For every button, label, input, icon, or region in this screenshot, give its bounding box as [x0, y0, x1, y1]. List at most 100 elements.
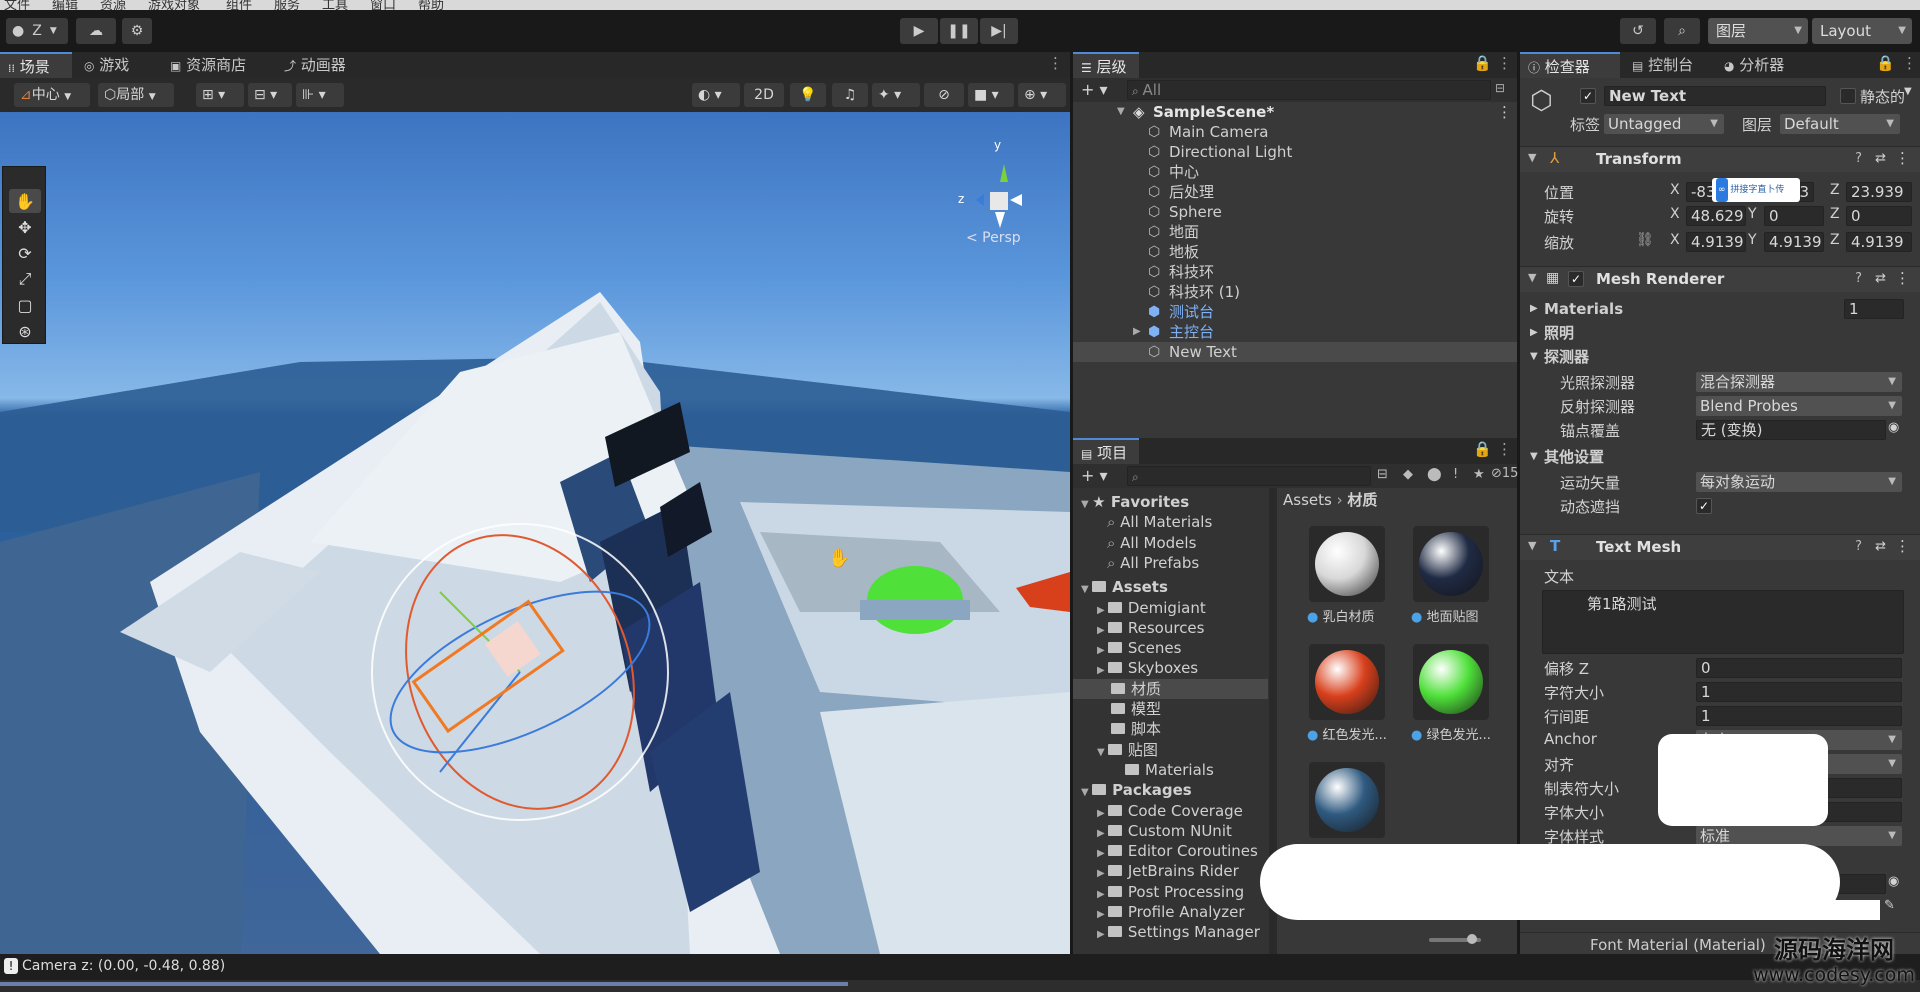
create-button[interactable]: + ▾ [1081, 466, 1108, 485]
rotation-x-field[interactable]: 48.629 [1686, 206, 1746, 226]
kebab-menu-icon[interactable]: ⋮ [1497, 54, 1512, 72]
assets-folder[interactable]: ▼ Assets [1073, 577, 1268, 597]
mesh-renderer-header[interactable]: ▼ ▦ ✓ Mesh Renderer ? ⇄ ⋮ [1520, 266, 1920, 292]
status-message[interactable]: Camera z: (0.00, -0.48, 0.88) [22, 958, 225, 974]
motion-vectors-dropdown[interactable]: 每对象运动 ▼ [1696, 472, 1902, 492]
project-tree-item[interactable]: ▶ Settings Manager [1073, 922, 1268, 942]
rotation-y-field[interactable]: 0 [1764, 206, 1824, 226]
expand-arrow-icon[interactable]: ▶ [1097, 808, 1108, 819]
expand-arrow-icon[interactable]: ▶ [1097, 828, 1108, 839]
static-checkbox[interactable] [1840, 88, 1856, 104]
preset-icon[interactable]: ⇄ [1875, 151, 1886, 166]
ruler-button[interactable]: ⊪ ▾ [296, 83, 344, 107]
kebab-menu-icon[interactable]: ⋮ [1497, 102, 1512, 122]
scale-x-field[interactable]: 4.9139 [1686, 232, 1746, 252]
rotation-z-field[interactable]: 0 [1846, 206, 1912, 226]
expand-arrow-icon[interactable]: ▼ [1081, 499, 1092, 510]
tab-inspector[interactable]: ⓘ 检查器 [1520, 52, 1620, 78]
eyedropper-icon[interactable]: ✎ [1884, 898, 1895, 913]
hierarchy-item[interactable]: ⬡ Sphere [1073, 202, 1517, 222]
tab-asset-store[interactable]: ▣ 资源商店 [162, 52, 254, 78]
menu-edit[interactable]: 编辑 [52, 0, 78, 10]
tab-console[interactable]: ▤ 控制台 [1624, 52, 1701, 78]
expand-arrow-icon[interactable]: ▼ [1081, 584, 1092, 595]
project-tree-item[interactable]: ⌕ All Prefabs [1073, 553, 1268, 573]
hierarchy-item[interactable]: ⬢ 测试台 [1073, 302, 1517, 322]
camera-button[interactable]: ■ ▾ [968, 83, 1014, 107]
hand-tool[interactable]: ✋ [9, 189, 41, 213]
hierarchy-item[interactable]: ⬡ 地面 [1073, 222, 1517, 242]
kebab-menu-icon[interactable]: ⋮ [1895, 269, 1910, 287]
active-checkbox[interactable]: ✓ [1580, 88, 1596, 104]
info-icon[interactable]: ! [1453, 467, 1458, 482]
menu-services[interactable]: 服务 [274, 0, 300, 10]
pause-button[interactable]: ❚❚ [940, 18, 978, 44]
expand-arrow-icon[interactable]: ▶ [1097, 868, 1108, 879]
expand-arrow-icon[interactable]: ▶ [1097, 645, 1108, 656]
object-name-field[interactable]: New Text [1604, 86, 1826, 106]
gizmos-button[interactable]: ⊕ ▾ [1018, 83, 1066, 107]
preset-icon[interactable]: ⇄ [1875, 539, 1886, 554]
project-tree-item[interactable]: ▶ Scenes [1073, 638, 1268, 658]
increment-snap-button[interactable]: ⊟ ▾ [248, 83, 292, 107]
project-tree-item[interactable]: ▶ Resources [1073, 618, 1268, 638]
hierarchy-item[interactable]: ⬡ New Text [1073, 342, 1517, 362]
menu-file[interactable]: 文件 [4, 0, 30, 10]
tab-project[interactable]: ▤ 项目 [1073, 438, 1139, 464]
text-area[interactable]: 第1路测试 [1542, 590, 1904, 654]
collab-button[interactable]: ⚙ [122, 18, 152, 44]
object-picker-icon[interactable]: ◉ [1888, 874, 1899, 889]
project-tree-item[interactable]: 模型 [1073, 699, 1268, 719]
position-z-field[interactable]: 23.939 [1846, 182, 1912, 202]
expand-arrow-icon[interactable]: ▼ [1081, 787, 1092, 798]
hierarchy-search-input[interactable]: ⌕ All [1127, 80, 1491, 100]
label-filter-icon[interactable]: ⬤ [1427, 467, 1442, 482]
draw-mode-button[interactable]: ◐ ▾ [692, 83, 740, 107]
chevron-down-icon[interactable]: ▼ [1904, 86, 1912, 97]
expand-arrow-icon[interactable]: ▶ [1097, 929, 1108, 940]
help-icon[interactable]: ? [1855, 151, 1862, 166]
tab-game[interactable]: ◎ 游戏 [76, 52, 137, 78]
mesh-renderer-enabled-checkbox[interactable]: ✓ [1568, 271, 1584, 287]
kebab-menu-icon[interactable]: ⋮ [1895, 537, 1910, 555]
rect-tool[interactable]: ▢ [9, 293, 41, 317]
play-button[interactable]: ▶ [900, 18, 938, 44]
project-search-input[interactable]: ⌕ [1127, 466, 1371, 486]
materials-count-field[interactable]: 1 [1844, 299, 1904, 319]
project-tree-item[interactable]: ▶ Post Processing [1073, 882, 1268, 902]
menu-help[interactable]: 帮助 [418, 0, 444, 10]
project-tree-item[interactable]: ▶ Skyboxes [1073, 658, 1268, 678]
menu-assets[interactable]: 资源 [100, 0, 126, 10]
expand-arrow-icon[interactable]: ▶ [1097, 665, 1108, 676]
tab-animator[interactable]: ⤴ 动画器 [276, 52, 354, 78]
menu-component[interactable]: 组件 [226, 0, 252, 10]
expand-arrow-icon[interactable]: ▼ [1097, 747, 1108, 758]
lock-icon[interactable]: 🔒 [1876, 54, 1895, 72]
tag-dropdown[interactable]: Untagged ▼ [1604, 114, 1724, 134]
project-tree-item[interactable]: 材质 [1073, 678, 1268, 699]
material-thumbnail[interactable] [1413, 644, 1489, 720]
dynamic-occlusion-checkbox[interactable]: ✓ [1696, 498, 1712, 514]
help-icon[interactable]: ? [1855, 539, 1862, 554]
object-picker-icon[interactable]: ◉ [1888, 420, 1899, 435]
step-button[interactable]: ▶| [980, 18, 1018, 44]
project-tree-item[interactable]: ▶ Profile Analyzer [1073, 902, 1268, 922]
favorites-header[interactable]: ▼ ★ Favorites [1073, 492, 1268, 512]
search-button[interactable]: ⌕ [1664, 18, 1700, 44]
char-size-field[interactable]: 1 [1696, 682, 1902, 702]
project-tree-item[interactable]: ⌕ All Models [1073, 533, 1268, 553]
account-dropdown[interactable]: ● Z ▼ [6, 18, 68, 44]
light-probe-dropdown[interactable]: 混合探测器 ▼ [1696, 372, 1902, 392]
layers-dropdown[interactable]: 图层 ▼ [1708, 18, 1808, 44]
other-settings-row[interactable]: ▼ 其他设置 [1520, 446, 1920, 468]
anchor-override-field[interactable]: 无 (变换) [1696, 420, 1886, 440]
probes-row[interactable]: ▼ 探测器 [1520, 346, 1920, 368]
hierarchy-item[interactable]: ⬡ Main Camera [1073, 122, 1517, 142]
history-button[interactable]: ↺ [1620, 18, 1656, 44]
hidden-count[interactable]: ⊘15 [1491, 466, 1518, 481]
star-icon[interactable]: ★ [1473, 467, 1485, 482]
hierarchy-item[interactable]: ⬡ 后处理 [1073, 182, 1517, 202]
line-spacing-field[interactable]: 1 [1696, 706, 1902, 726]
project-tree-item[interactable]: ▼ 贴图 [1073, 740, 1268, 760]
scene-viewport[interactable]: y z < Persp ✋ [0, 112, 1070, 954]
